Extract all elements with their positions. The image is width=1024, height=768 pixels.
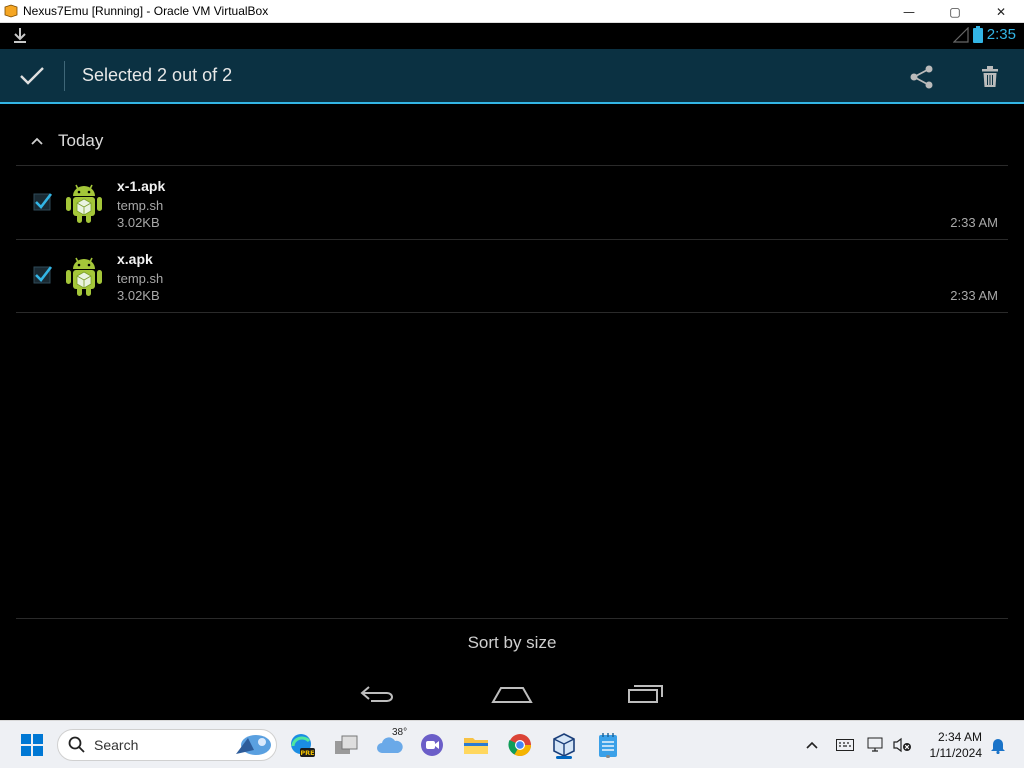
weather-temperature: 38° bbox=[392, 727, 408, 738]
file-source: temp.sh bbox=[117, 271, 164, 286]
chrome-icon bbox=[508, 734, 531, 756]
status-bar: 2:35 bbox=[0, 23, 1024, 49]
file-time: 2:33 AM bbox=[950, 288, 998, 303]
window-title: Nexus7Emu [Running] - Oracle VM VirtualB… bbox=[23, 4, 269, 18]
checkmark-icon bbox=[20, 66, 44, 85]
weather-cloud-icon bbox=[377, 737, 403, 753]
taskbar-clock[interactable]: 2:34 AM 1/11/2024 bbox=[930, 729, 983, 761]
navigation-bar bbox=[0, 670, 1024, 718]
show-hidden-icons-button[interactable] bbox=[800, 733, 824, 757]
network-icon bbox=[867, 737, 883, 752]
keyboard-icon bbox=[836, 739, 854, 751]
checkbox-checked-icon[interactable] bbox=[33, 264, 53, 284]
taskbar: Search PRE 38° 2:34 AM 1/11/2024 bbox=[0, 720, 1024, 768]
svg-text:PRE: PRE bbox=[300, 749, 314, 757]
file-name: x-1.apk bbox=[117, 178, 166, 194]
task-view-button[interactable] bbox=[330, 729, 362, 761]
window-titlebar[interactable]: Nexus7Emu [Running] - Oracle VM VirtualB… bbox=[0, 0, 1024, 23]
trash-icon bbox=[982, 65, 998, 87]
recents-icon bbox=[628, 685, 663, 703]
notepad-button[interactable] bbox=[592, 729, 624, 761]
notifications-button[interactable] bbox=[986, 733, 1010, 757]
status-time: 2:35 bbox=[986, 26, 1016, 43]
edge-pre-button[interactable]: PRE bbox=[286, 729, 318, 761]
minimize-button[interactable]: — bbox=[886, 0, 932, 23]
action-bar: Selected 2 out of 2 bbox=[0, 49, 1024, 104]
chrome-button[interactable] bbox=[504, 729, 536, 761]
back-button[interactable] bbox=[348, 678, 408, 710]
task-view-icon bbox=[335, 735, 358, 754]
search-highlight-icon bbox=[236, 735, 271, 755]
bell-icon bbox=[991, 739, 1005, 754]
file-time: 2:33 AM bbox=[950, 215, 998, 230]
selection-title: Selected 2 out of 2 bbox=[82, 65, 233, 85]
android-apk-icon bbox=[66, 257, 102, 296]
search-icon bbox=[68, 736, 85, 753]
back-icon bbox=[360, 686, 393, 702]
list-item[interactable]: x-1.apk temp.sh 3.02KB 2:33 AM bbox=[16, 167, 1008, 240]
share-icon bbox=[910, 65, 933, 88]
virtualbox-app-icon bbox=[4, 4, 18, 18]
start-button[interactable] bbox=[16, 729, 48, 761]
recents-button[interactable] bbox=[616, 678, 676, 710]
taskbar-search[interactable]: Search bbox=[57, 729, 277, 761]
close-button[interactable]: ✕ bbox=[978, 0, 1024, 23]
clock-date: 1/11/2024 bbox=[929, 746, 983, 760]
checkbox-checked-icon[interactable] bbox=[33, 191, 53, 211]
android-apk-icon bbox=[66, 184, 102, 223]
home-icon bbox=[491, 687, 533, 703]
sort-button[interactable]: Sort by size bbox=[16, 618, 1008, 666]
battery-icon bbox=[972, 26, 983, 43]
teams-button[interactable] bbox=[416, 729, 448, 761]
signal-icon bbox=[952, 26, 969, 43]
file-source: temp.sh bbox=[117, 198, 164, 213]
teams-chat-icon bbox=[421, 734, 443, 756]
virtualbox-taskbar-button[interactable] bbox=[548, 729, 580, 761]
delete-button[interactable] bbox=[956, 49, 1024, 104]
windows-start-icon bbox=[21, 734, 43, 756]
chevron-up-icon bbox=[806, 741, 818, 749]
weather-widget[interactable]: 38° bbox=[374, 727, 408, 761]
sort-label: Sort by size bbox=[467, 632, 557, 652]
active-app-indicator bbox=[556, 756, 572, 759]
share-button[interactable] bbox=[888, 49, 956, 104]
file-size: 3.02KB bbox=[117, 288, 160, 303]
section-title: Today bbox=[58, 130, 104, 150]
section-header-today[interactable]: Today bbox=[16, 116, 1008, 166]
volume-tray-button[interactable] bbox=[890, 733, 914, 757]
volume-muted-icon bbox=[893, 737, 911, 753]
file-explorer-button[interactable] bbox=[460, 729, 492, 761]
virtualbox-icon bbox=[553, 733, 575, 757]
done-button[interactable] bbox=[0, 48, 64, 103]
file-size: 3.02KB bbox=[117, 215, 160, 230]
keyboard-tray-button[interactable] bbox=[833, 733, 857, 757]
action-bar-divider bbox=[64, 60, 65, 91]
edge-pre-icon: PRE bbox=[291, 734, 315, 757]
running-app-indicator bbox=[606, 755, 610, 758]
maximize-button[interactable]: ▢ bbox=[932, 0, 978, 23]
download-icon[interactable] bbox=[12, 27, 28, 45]
search-label: Search bbox=[94, 737, 139, 753]
file-name: x.apk bbox=[117, 251, 153, 267]
chevron-up-icon bbox=[31, 137, 43, 145]
clock-time: 2:34 AM bbox=[937, 730, 982, 744]
home-button[interactable] bbox=[482, 678, 542, 710]
list-item[interactable]: x.apk temp.sh 3.02KB 2:33 AM bbox=[16, 240, 1008, 313]
network-tray-button[interactable] bbox=[864, 733, 888, 757]
folder-icon bbox=[464, 738, 488, 754]
